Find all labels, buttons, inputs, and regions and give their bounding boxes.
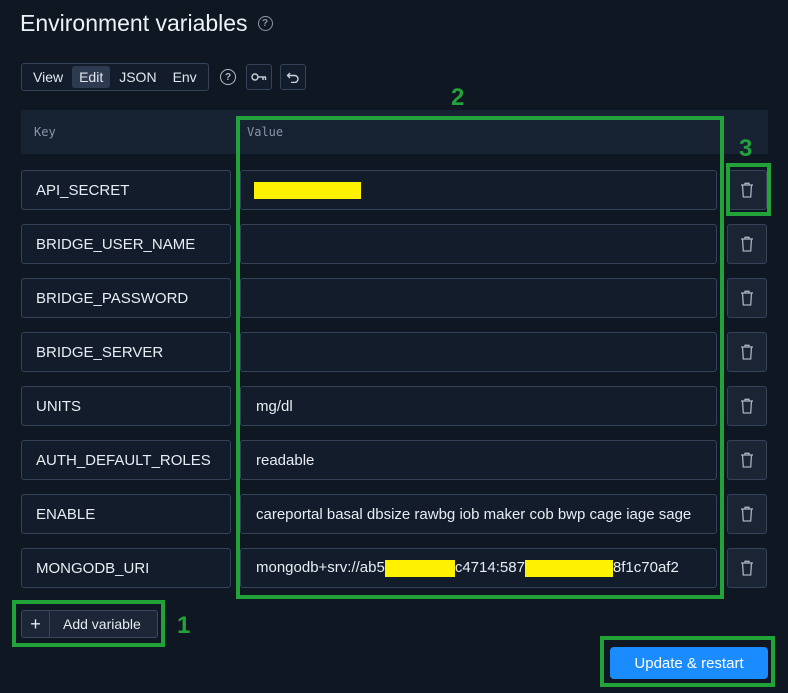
key-icon	[251, 73, 267, 81]
delete-variable-button[interactable]	[727, 278, 767, 318]
trash-icon	[741, 452, 753, 468]
trash-icon	[741, 344, 753, 360]
page-title: Environment variables ?	[20, 10, 273, 37]
key-input[interactable]: AUTH_DEFAULT_ROLES	[21, 440, 231, 480]
annotation-box-1	[12, 600, 165, 647]
trash-icon	[741, 290, 753, 306]
key-input[interactable]: BRIDGE_USER_NAME	[21, 224, 231, 264]
mode-edit-button[interactable]: Edit	[72, 66, 111, 88]
annotation-box-2	[236, 116, 724, 599]
delete-variable-button[interactable]	[727, 386, 767, 426]
editor-mode-switch: View Edit JSON Env	[21, 63, 209, 91]
delete-variable-button[interactable]	[727, 494, 767, 534]
key-input[interactable]: BRIDGE_SERVER	[21, 332, 231, 372]
show-secrets-button[interactable]	[246, 64, 272, 90]
toolbar-help-button[interactable]: ?	[218, 64, 238, 90]
annotation-number-2: 2	[451, 84, 465, 111]
delete-variable-button[interactable]	[727, 440, 767, 480]
mode-json-button[interactable]: JSON	[112, 66, 163, 88]
undo-button[interactable]	[280, 64, 306, 90]
trash-icon	[741, 506, 753, 522]
annotation-number-3: 3	[739, 135, 753, 162]
trash-icon	[741, 560, 753, 576]
undo-icon	[286, 72, 299, 83]
environment-variables-panel: Environment variables ? View Edit JSON E…	[0, 0, 788, 693]
page-title-text: Environment variables	[20, 10, 248, 36]
delete-variable-button[interactable]	[727, 548, 767, 588]
annotation-number-1: 1	[177, 612, 191, 639]
key-input[interactable]: BRIDGE_PASSWORD	[21, 278, 231, 318]
key-input[interactable]: ENABLE	[21, 494, 231, 534]
annotation-box-3	[726, 163, 771, 216]
question-circle-icon: ?	[220, 69, 236, 85]
annotation-box-update	[600, 636, 775, 687]
key-input[interactable]: API_SECRET	[21, 170, 231, 210]
delete-variable-button[interactable]	[727, 224, 767, 264]
trash-icon	[741, 398, 753, 414]
mode-view-button[interactable]: View	[26, 66, 70, 88]
delete-variable-button[interactable]	[727, 332, 767, 372]
trash-icon	[741, 236, 753, 252]
key-input[interactable]: MONGODB_URI	[21, 548, 231, 588]
column-header-key: Key	[34, 125, 56, 139]
mode-env-button[interactable]: Env	[166, 66, 204, 88]
question-circle-icon[interactable]: ?	[257, 16, 273, 31]
key-input[interactable]: UNITS	[21, 386, 231, 426]
